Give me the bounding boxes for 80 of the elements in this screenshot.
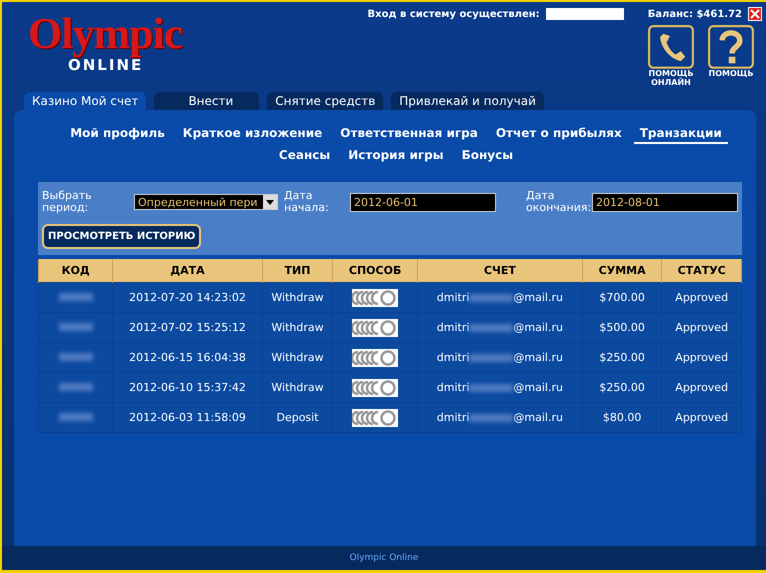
status-cell: Approved <box>675 321 728 334</box>
blurred-code <box>58 413 93 421</box>
date-cell: 2012-06-03 11:58:09 <box>129 411 246 424</box>
view-history-button[interactable]: ПРОСМОТРЕТЬ ИСТОРИЮ <box>42 224 202 249</box>
phone-icon <box>648 25 694 69</box>
login-label: Вход в систему осуществлен: <box>368 8 540 20</box>
account-start: dmitri <box>436 381 470 394</box>
amount-cell: $500.00 <box>599 321 645 334</box>
amount-cell: $250.00 <box>599 381 645 394</box>
nav-link[interactable]: Краткое изложение <box>176 126 328 144</box>
blurred-account <box>469 414 514 422</box>
column-header: ДАТА <box>112 259 262 282</box>
help-button[interactable]: ПОМОЩЬ ОНЛАЙН <box>648 68 694 87</box>
account-start: dmitri <box>436 291 470 304</box>
column-header: КОД <box>38 259 113 282</box>
type-cell: Withdraw <box>271 381 324 394</box>
status-cell: Approved <box>675 291 728 304</box>
period-dropdown[interactable]: Определенный пери <box>134 194 278 210</box>
type-cell: Deposit <box>276 411 319 424</box>
payment-method-icon <box>352 318 398 336</box>
question-icon <box>708 25 754 69</box>
tab[interactable]: Казино Мой счет <box>24 92 146 110</box>
blurred-code <box>58 383 93 391</box>
tab[interactable]: Привлекай и получай <box>391 92 544 110</box>
nav-link[interactable]: Мой профиль <box>64 126 171 144</box>
blurred-account <box>469 294 514 302</box>
column-header: СЧЕТ <box>417 259 582 282</box>
blurred-code <box>58 293 93 301</box>
account-end: @mail.ru <box>513 321 563 334</box>
status-cell: Approved <box>675 411 728 424</box>
type-cell: Withdraw <box>271 321 324 334</box>
payment-method-icon <box>352 408 398 426</box>
account-start: dmitri <box>436 411 470 424</box>
column-header: ТИП <box>262 259 333 282</box>
column-header: СУММА <box>582 259 662 282</box>
date-cell: 2012-06-15 16:04:38 <box>129 351 246 364</box>
account-start: dmitri <box>436 351 470 364</box>
logo-subtitle: ONLINE <box>68 56 144 74</box>
amount-cell: $700.00 <box>599 291 645 304</box>
nav-link[interactable]: История игры <box>342 148 450 166</box>
blurred-code <box>58 353 93 361</box>
nav-link[interactable]: Отчет о прибылях <box>490 126 628 144</box>
amount-cell: $80.00 <box>602 411 642 424</box>
blurred-account <box>469 324 514 332</box>
date-cell: 2012-07-20 14:23:02 <box>129 291 246 304</box>
tab[interactable]: Снятие средств <box>267 92 384 110</box>
footer-text: Olympic Online <box>350 553 418 563</box>
nav-link[interactable]: Ответственная игра <box>334 126 484 144</box>
payment-method-icon <box>352 378 398 396</box>
blurred-code <box>58 323 93 331</box>
end-date-field[interactable]: 2012-08-01 <box>592 192 738 212</box>
nav-link[interactable]: Сеансы <box>272 148 336 166</box>
account-end: @mail.ru <box>513 411 563 424</box>
start-date-field[interactable]: 2012-06-01 <box>350 192 496 212</box>
type-cell: Withdraw <box>271 291 324 304</box>
payment-method-icon <box>352 288 398 306</box>
payment-method-icon <box>352 348 398 366</box>
status-cell: Approved <box>675 381 728 394</box>
close-icon[interactable] <box>748 7 762 21</box>
account-start: dmitri <box>436 321 470 334</box>
account-end: @mail.ru <box>513 381 563 394</box>
date-cell: 2012-06-10 15:37:42 <box>129 381 246 394</box>
nav-link[interactable]: Бонусы <box>456 148 520 166</box>
column-header: СПОСОБ <box>332 259 418 282</box>
account-end: @mail.ru <box>513 291 563 304</box>
logo-title: Olympic <box>28 12 184 56</box>
period-label: Выбрать период: <box>42 190 93 214</box>
nav-link[interactable]: Транзакции <box>634 126 728 144</box>
blurred-account <box>469 384 514 392</box>
type-cell: Withdraw <box>271 351 324 364</box>
help-button[interactable]: ПОМОЩЬ <box>708 68 754 78</box>
start-date-label: Дата начала: <box>284 190 330 214</box>
amount-cell: $250.00 <box>599 351 645 364</box>
tab[interactable]: Внести <box>154 92 260 110</box>
account-end: @mail.ru <box>513 351 563 364</box>
date-cell: 2012-07-02 15:25:12 <box>129 321 246 334</box>
column-header: СТАТУС <box>662 259 742 282</box>
status-cell: Approved <box>675 351 728 364</box>
blurred-account <box>469 354 514 362</box>
balance: Баланс: $461.72 <box>648 8 742 20</box>
